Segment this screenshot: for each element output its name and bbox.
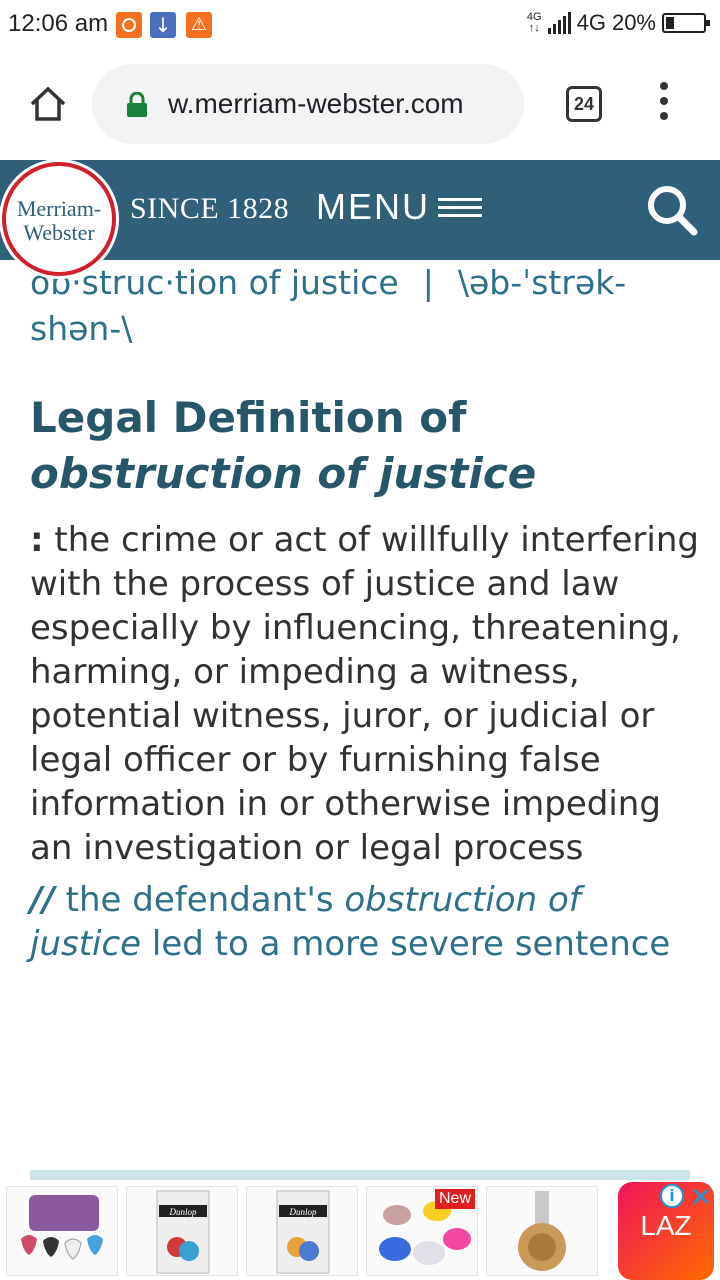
example-sentence: // the defendant's obstruction of justic… — [30, 880, 671, 964]
pronunciation-line: ob·struc·tion of justice | \əb-ˈstrək-shən… — [30, 260, 700, 352]
status-time: 12:06 am — [8, 10, 109, 37]
potentiometer-image — [518, 1191, 566, 1271]
network-type-icon: 4G ↑↓ — [526, 11, 542, 34]
dunlop-picks-pack-image: Dunlop — [276, 1190, 330, 1274]
home-icon — [30, 86, 66, 121]
menu-button[interactable]: MENU — [316, 186, 482, 228]
section-divider — [30, 1170, 690, 1180]
legal-title-term: obstruction of justice — [30, 449, 537, 498]
definition-text: : the crime or act of willfully interfer… — [30, 518, 700, 870]
example-marker: // — [30, 880, 55, 920]
guitar-picks-tin-image — [21, 1195, 103, 1260]
ad-info-icon[interactable]: i — [660, 1184, 684, 1208]
notification-app-icon — [116, 12, 142, 38]
battery-percent: 20% — [611, 10, 656, 35]
laz-logo-text: LAZ — [640, 1210, 692, 1241]
ad-close-icon[interactable]: ✕ — [690, 1182, 712, 1213]
browser-toolbar: w.merriam-webster.com 24 — [0, 52, 720, 160]
browser-menu-button[interactable] — [652, 82, 676, 128]
dunlop-picks-pack-image: Dunlop — [156, 1190, 210, 1274]
svg-text:Dunlop: Dunlop — [169, 1207, 198, 1217]
battery-icon — [662, 13, 710, 33]
network-label: 4G — [576, 10, 606, 35]
warning-icon: ⚠ — [186, 12, 212, 38]
new-badge: New — [434, 1189, 475, 1209]
legal-definition-heading: Legal Definition of obstruction of justi… — [30, 390, 700, 502]
status-indicators: 4G ↑↓ 4G 20% — [526, 10, 710, 36]
ad-banner[interactable]: Dunlop Dunlop New LAZ i ✕ — [0, 1182, 720, 1280]
url-text: w.merriam-webster.com — [168, 88, 464, 119]
svg-text:Dunlop: Dunlop — [289, 1207, 318, 1217]
since-tagline: SINCE 1828 — [130, 192, 290, 225]
hamburger-icon — [438, 193, 482, 222]
signal-icon — [547, 12, 571, 34]
menu-label: MENU — [316, 186, 430, 227]
legal-title-prefix: Legal Definition of — [30, 393, 467, 442]
home-button[interactable] — [28, 84, 68, 124]
download-icon: ↓ — [150, 12, 176, 38]
status-bar: 12:06 am ↓ ⚠ 4G ↑↓ 4G 20% — [0, 0, 720, 52]
ad-product-potentiometer[interactable] — [486, 1186, 598, 1276]
definition-body: the crime or act of willfully interferin… — [30, 520, 699, 868]
site-header: Merriam- Webster SINCE 1828 MENU — [0, 160, 720, 276]
address-bar[interactable]: w.merriam-webster.com — [92, 64, 524, 144]
tab-switcher-button[interactable]: 24 — [566, 86, 602, 122]
pronunciation-separator: | — [422, 263, 434, 302]
definition-colon: : — [30, 520, 44, 560]
ad-product-picks-tin[interactable] — [6, 1186, 118, 1276]
entry-content: ob·struc·tion of justice | \əb-ˈstrək-shən… — [30, 260, 700, 966]
ad-product-finger-caps[interactable]: New — [366, 1186, 478, 1276]
ad-product-dunlop-1[interactable]: Dunlop — [126, 1186, 238, 1276]
merriam-webster-logo[interactable]: Merriam- Webster — [2, 162, 116, 276]
search-button[interactable] — [644, 182, 700, 238]
lock-icon — [127, 92, 147, 117]
ad-product-dunlop-2[interactable]: Dunlop — [246, 1186, 358, 1276]
search-icon — [648, 186, 698, 236]
